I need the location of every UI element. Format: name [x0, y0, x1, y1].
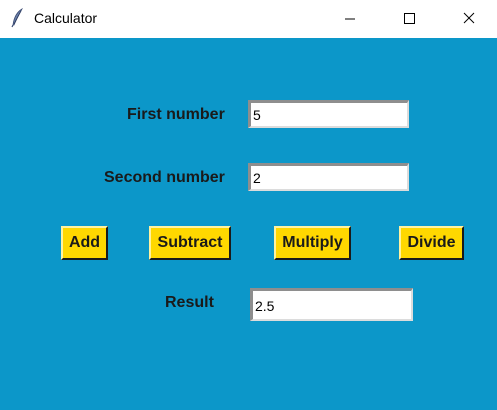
minimize-icon — [345, 18, 355, 20]
result-label: Result — [165, 294, 214, 311]
first-number-input[interactable]: 5 — [248, 100, 409, 128]
subtract-button[interactable]: Subtract — [149, 226, 231, 260]
add-button[interactable]: Add — [61, 226, 108, 260]
calculator-window: Calculator First number 5 Second number … — [0, 0, 497, 410]
close-button[interactable] — [446, 0, 492, 38]
minimize-button[interactable] — [327, 0, 373, 38]
maximize-button[interactable] — [387, 0, 433, 38]
title-bar[interactable]: Calculator — [0, 0, 497, 38]
close-icon — [463, 12, 475, 24]
feather-icon — [10, 7, 26, 28]
divide-button[interactable]: Divide — [399, 226, 464, 260]
result-output[interactable]: 2.5 — [250, 288, 413, 321]
second-number-label: Second number — [104, 169, 225, 186]
window-title: Calculator — [34, 10, 98, 26]
maximize-icon — [404, 13, 415, 24]
second-number-input[interactable]: 2 — [248, 163, 409, 191]
first-number-label: First number — [127, 106, 225, 123]
multiply-button[interactable]: Multiply — [274, 226, 351, 260]
